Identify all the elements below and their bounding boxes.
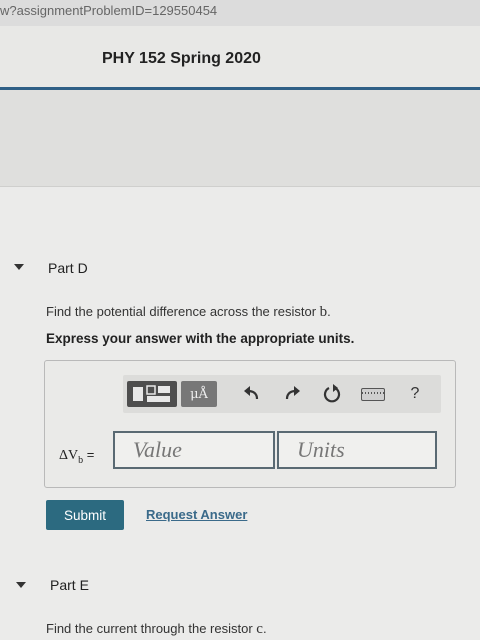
- answer-box: μÅ ? ΔVb =: [44, 360, 456, 488]
- templates-icon: [133, 385, 170, 402]
- part-d-question-text: Find the potential difference across the…: [46, 304, 320, 319]
- top-band: [0, 90, 480, 187]
- part-d-question: Find the potential difference across the…: [46, 304, 331, 321]
- part-e-label[interactable]: Part E: [50, 577, 89, 593]
- variable-label: ΔVb =: [59, 447, 94, 466]
- templates-button[interactable]: [127, 381, 177, 407]
- reset-icon[interactable]: [321, 383, 343, 405]
- submit-button[interactable]: Submit: [46, 500, 124, 530]
- variable-equals: =: [83, 447, 95, 462]
- part-d-collapse-icon[interactable]: [14, 264, 24, 270]
- undo-icon[interactable]: [241, 383, 263, 405]
- part-d-instruction: Express your answer with the appropriate…: [46, 331, 355, 346]
- part-d-question-end: .: [327, 304, 331, 319]
- part-e-collapse-icon[interactable]: [16, 582, 26, 588]
- reset-circle: [323, 384, 341, 403]
- units-input[interactable]: [277, 431, 437, 469]
- undo-arrow: [244, 386, 259, 400]
- part-e-question-text: Find the current through the resistor: [46, 621, 257, 636]
- help-icon[interactable]: ?: [405, 383, 425, 405]
- keyboard-icon[interactable]: [361, 388, 385, 401]
- units-button[interactable]: μÅ: [181, 381, 217, 407]
- course-title: PHY 152 Spring 2020: [102, 50, 261, 67]
- request-answer-link[interactable]: Request Answer: [146, 507, 247, 522]
- value-input[interactable]: [113, 431, 275, 469]
- units-icon: μÅ: [190, 387, 208, 402]
- part-d-label[interactable]: Part D: [48, 260, 88, 276]
- variable-main: ΔV: [59, 448, 79, 463]
- redo-arrow: [285, 386, 300, 400]
- part-e-question-var: c: [256, 621, 263, 637]
- math-toolbar: μÅ ?: [123, 375, 441, 413]
- part-e-question-end: .: [262, 621, 267, 636]
- browser-url-bar[interactable]: w?assignmentProblemID=129550454: [0, 0, 480, 26]
- url-text: w?assignmentProblemID=129550454: [0, 3, 218, 18]
- redo-icon[interactable]: [281, 383, 303, 405]
- part-e-question: Find the current through the resistor c.: [46, 621, 267, 638]
- course-header: PHY 152 Spring 2020: [0, 26, 480, 88]
